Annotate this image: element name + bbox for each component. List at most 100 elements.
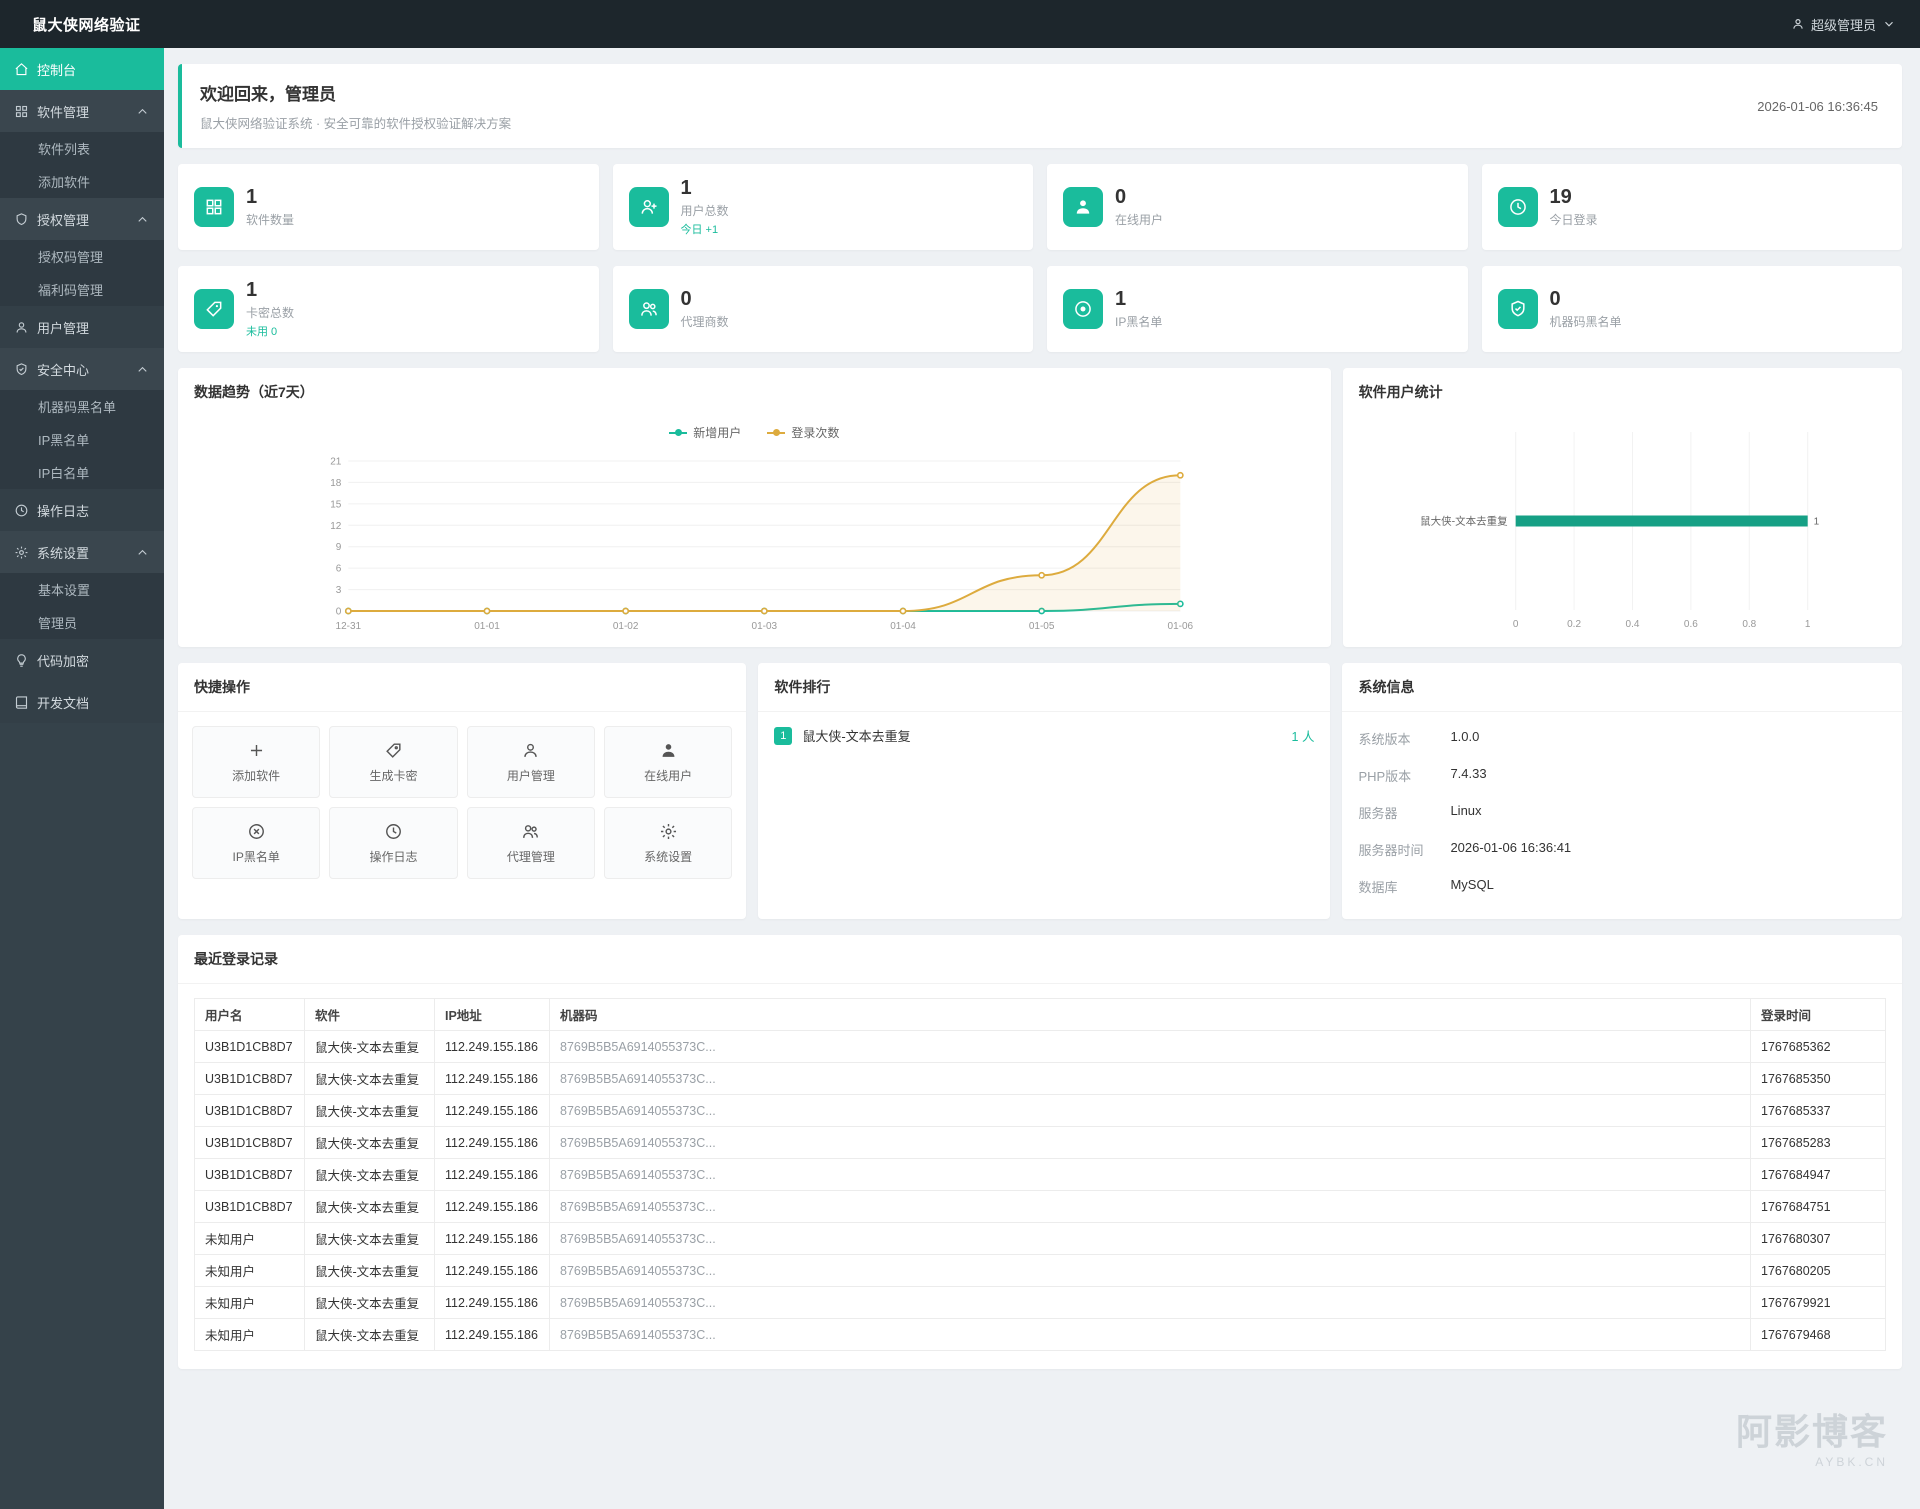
cell-ip: 112.249.155.186 bbox=[434, 1286, 550, 1319]
gear-icon bbox=[15, 546, 28, 558]
legend-new-users[interactable]: 新增用户 bbox=[669, 424, 741, 441]
stat-user-total: 1 用户总数 今日 +1 bbox=[612, 164, 1033, 250]
cell-software: 鼠大侠-文本去重复 bbox=[304, 1254, 435, 1287]
tag-icon bbox=[386, 742, 401, 758]
table-row: U3B1D1CB8D7 鼠大侠-文本去重复 112.249.155.186 87… bbox=[194, 1062, 1886, 1095]
cell-software: 鼠大侠-文本去重复 bbox=[304, 1286, 435, 1319]
sidebar-item-welfare-codes[interactable]: 福利码管理 bbox=[0, 273, 164, 306]
shield-check-icon bbox=[1497, 289, 1538, 329]
button-label: 在线用户 bbox=[644, 768, 693, 783]
info-label: 服务器时间 bbox=[1358, 843, 1424, 858]
legend-login-count[interactable]: 登录次数 bbox=[767, 424, 839, 441]
trend-line-chart: 0 3 6 9 12 15 18 21 12-31 01-01 01-02 01-03 01-04 01-… bbox=[330, 457, 1194, 633]
cell-machine-code: 8769B5B5A6914055373C... bbox=[549, 1318, 1751, 1351]
sidebar-item-license-codes[interactable]: 授权码管理 bbox=[0, 240, 164, 273]
sidebar-item-operation-logs[interactable]: 操作日志 bbox=[0, 489, 164, 531]
sidebar-group-settings[interactable]: 系统设置 bbox=[0, 531, 164, 573]
clock-icon bbox=[15, 504, 28, 516]
sidebar-item-label: 授权管理 bbox=[37, 212, 90, 228]
table-row: U3B1D1CB8D7 鼠大侠-文本去重复 112.249.155.186 87… bbox=[194, 1030, 1886, 1063]
ranking-list-item[interactable]: 1 鼠大侠-文本去重复 1 人 bbox=[758, 712, 1330, 759]
legend-label: 登录次数 bbox=[791, 426, 840, 440]
sidebar-group-software[interactable]: 软件管理 bbox=[0, 90, 164, 132]
add-software-button[interactable]: 添加软件 bbox=[192, 726, 321, 798]
user-menu[interactable]: 超级管理员 bbox=[1791, 15, 1896, 34]
button-label: 用户管理 bbox=[506, 768, 555, 783]
operation-logs-button[interactable]: 操作日志 bbox=[329, 807, 458, 879]
software-user-bar-chart: 0 0.2 0.4 0.6 0.8 1 鼠大侠-文本去重复 1 bbox=[1420, 432, 1819, 630]
badge-icon bbox=[16, 212, 27, 225]
sidebar-item-label: 系统设置 bbox=[37, 545, 90, 561]
cell-username: U3B1D1CB8D7 bbox=[194, 1190, 305, 1223]
table-row: U3B1D1CB8D7 鼠大侠-文本去重复 112.249.155.186 87… bbox=[194, 1094, 1886, 1127]
sidebar-item-code-encrypt[interactable]: 代码加密 bbox=[0, 639, 164, 681]
button-label: IP黑名单 bbox=[232, 849, 280, 864]
sidebar-item-users[interactable]: 用户管理 bbox=[0, 306, 164, 348]
cell-login-time: 1767679468 bbox=[1750, 1318, 1886, 1351]
sidebar-item-software-list[interactable]: 软件列表 bbox=[0, 132, 164, 165]
stat-value: 1 bbox=[680, 177, 692, 199]
cell-login-time: 1767685362 bbox=[1750, 1030, 1886, 1063]
legend-label: 新增用户 bbox=[693, 426, 742, 440]
topbar: 鼠大侠网络验证 超级管理员 bbox=[0, 0, 1920, 48]
sidebar: 控制台 软件管理 软件列表 添加软件 授权管理 授权码管理 福利码管理 用户管理… bbox=[0, 48, 164, 1509]
online-users-button[interactable]: 在线用户 bbox=[603, 726, 733, 798]
sidebar-group-security[interactable]: 安全中心 bbox=[0, 348, 164, 390]
svg-text:0: 0 bbox=[1513, 619, 1519, 630]
stat-value: 1 bbox=[246, 279, 258, 301]
sidebar-group-license[interactable]: 授权管理 bbox=[0, 198, 164, 240]
software-ranking-card: 软件排行 1 鼠大侠-文本去重复 1 人 bbox=[758, 663, 1331, 919]
tag-icon bbox=[194, 289, 234, 329]
login-records-title: 最近登录记录 bbox=[178, 935, 1902, 984]
agent-management-button[interactable]: 代理管理 bbox=[466, 807, 595, 879]
col-username: 用户名 bbox=[194, 998, 305, 1031]
svg-text:1: 1 bbox=[1813, 517, 1819, 528]
sidebar-item-ip-blacklist[interactable]: IP黑名单 bbox=[0, 423, 164, 456]
button-label: 生成卡密 bbox=[369, 768, 418, 783]
stat-software-count: 1 软件数量 bbox=[178, 164, 599, 250]
stat-label: 代理商数 bbox=[680, 315, 729, 329]
sidebar-item-console[interactable]: 控制台 bbox=[0, 48, 164, 90]
sidebar-item-label: 基本设置 bbox=[38, 583, 91, 598]
trend-chart: 0 3 6 9 12 15 18 21 12-31 01-01 01-02 01-03 01-04 01-… bbox=[178, 443, 1331, 647]
sidebar-item-ip-whitelist[interactable]: IP白名单 bbox=[0, 456, 164, 489]
stat-label: 在线用户 bbox=[1115, 213, 1164, 227]
button-label: 添加软件 bbox=[232, 768, 281, 783]
system-info-row: 系统版本 1.0.0 bbox=[1358, 720, 1886, 757]
user-management-button[interactable]: 用户管理 bbox=[466, 726, 595, 798]
login-records-table: 用户名 软件 IP地址 机器码 登录时间 U3B1D1CB8D7 鼠大侠-文本去… bbox=[194, 998, 1886, 1351]
stat-extra: 未用 0 bbox=[246, 326, 278, 338]
stats-row-2: 1 卡密总数 未用 0 0 代理商数 1 IP黑名单 0 机器码黑名单 bbox=[178, 266, 1902, 352]
cell-username: U3B1D1CB8D7 bbox=[194, 1094, 305, 1127]
cell-username: 未知用户 bbox=[194, 1318, 305, 1351]
server-time: 2026-01-06 16:36:45 bbox=[1757, 98, 1878, 114]
sidebar-item-add-software[interactable]: 添加软件 bbox=[0, 165, 164, 198]
stat-ip-blacklist: 1 IP黑名单 bbox=[1047, 266, 1468, 352]
svg-text:3: 3 bbox=[336, 585, 342, 596]
cell-ip: 112.249.155.186 bbox=[434, 1062, 550, 1095]
svg-text:0.6: 0.6 bbox=[1684, 619, 1698, 630]
stat-label: IP黑名单 bbox=[1115, 315, 1163, 329]
info-value: Linux bbox=[1450, 803, 1482, 818]
software-user-chart-card: 软件用户统计 0 0.2 0.4 0.6 0.8 1 鼠大侠-文本去重复 1 bbox=[1342, 368, 1902, 647]
sidebar-item-machine-blacklist[interactable]: 机器码黑名单 bbox=[0, 390, 164, 423]
middle-row: 快捷操作 添加软件 生成卡密 用户管理 在线用户 IP黑名单 操作日志 代理管理… bbox=[178, 663, 1902, 919]
cell-login-time: 1767679921 bbox=[1750, 1286, 1886, 1319]
col-software: 软件 bbox=[304, 998, 435, 1031]
cell-software: 鼠大侠-文本去重复 bbox=[304, 1094, 435, 1127]
cell-login-time: 1767684947 bbox=[1750, 1158, 1886, 1191]
sidebar-item-admins[interactable]: 管理员 bbox=[0, 606, 164, 639]
cell-ip: 112.249.155.186 bbox=[434, 1030, 550, 1063]
sidebar-item-basic-settings[interactable]: 基本设置 bbox=[0, 573, 164, 606]
system-info-row: 服务器 Linux bbox=[1358, 794, 1886, 831]
cell-machine-code: 8769B5B5A6914055373C... bbox=[549, 1030, 1751, 1063]
svg-text:01-06: 01-06 bbox=[1168, 621, 1194, 632]
person-icon bbox=[1063, 187, 1103, 227]
sidebar-item-dev-docs[interactable]: 开发文档 bbox=[0, 681, 164, 723]
main-content: 欢迎回来，管理员 鼠大侠网络验证系统 · 安全可靠的软件授权验证解决方案 202… bbox=[164, 48, 1920, 1509]
stat-label: 卡密总数 bbox=[246, 306, 295, 320]
generate-card-button[interactable]: 生成卡密 bbox=[329, 726, 458, 798]
rank-badge: 1 bbox=[774, 726, 793, 745]
system-settings-button[interactable]: 系统设置 bbox=[603, 807, 733, 879]
ip-blacklist-button[interactable]: IP黑名单 bbox=[192, 807, 321, 879]
